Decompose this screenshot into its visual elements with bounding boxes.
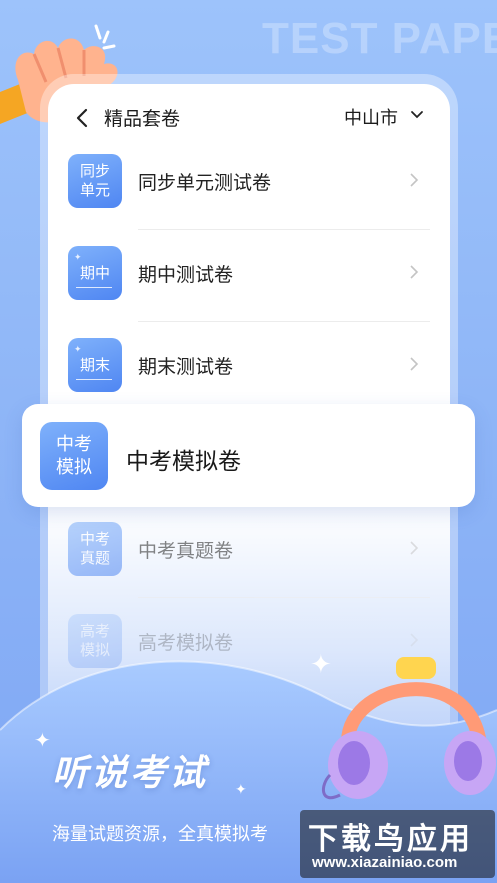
page-title: 精品套卷 <box>104 108 181 130</box>
list-item-label: 中考模拟卷 <box>126 449 241 475</box>
paper-tile-icon: ✦ 期末 <box>68 338 122 392</box>
list-item-label: 期中测试卷 <box>138 264 234 286</box>
list-item[interactable]: ✦ 期中 期中测试卷 <box>48 230 450 322</box>
chevron-right-icon <box>410 357 419 371</box>
list-item[interactable]: 同步 单元 同步单元测试卷 <box>48 138 450 230</box>
list-item[interactable]: ✦ 期末 期末测试卷 <box>48 322 450 414</box>
city-selector[interactable]: 中山市 <box>344 104 398 130</box>
watermark-url: www.xiazainiao.com <box>312 854 458 871</box>
chevron-down-icon[interactable] <box>410 108 424 122</box>
headphones-icon <box>321 657 496 799</box>
nav-bar: 精品套卷 中山市 <box>48 98 450 138</box>
highlighted-list-item[interactable]: 中考 模拟 中考模拟卷 <box>22 404 475 507</box>
promo-subtitle: 海量试题资源，全真模拟考 <box>52 824 268 845</box>
watermark: 下载鸟应用 www.xiazainiao.com <box>300 810 495 878</box>
paper-tile-icon: 同步 单元 <box>68 154 122 208</box>
chevron-right-icon <box>410 541 419 555</box>
promo-title: 听说考试 <box>52 753 209 794</box>
back-arrow-icon[interactable] <box>72 106 92 130</box>
watermark-text: 下载鸟应用 <box>308 822 473 857</box>
list-item-label: 期末测试卷 <box>138 356 234 378</box>
chevron-right-icon <box>410 265 419 279</box>
chevron-right-icon <box>410 173 419 187</box>
background-title: TEST PAPE <box>262 14 497 63</box>
paper-tile-icon: 中考 模拟 <box>40 422 108 490</box>
paper-tile-icon: ✦ 期中 <box>68 246 122 300</box>
sparkle-icon: ✦ <box>34 728 51 752</box>
list-item[interactable]: 中考 真题 中考真题卷 <box>48 506 450 598</box>
sparkle-icon: ✦ <box>235 782 247 798</box>
list-item-label: 中考真题卷 <box>138 540 234 562</box>
list-item-label: 同步单元测试卷 <box>138 172 272 194</box>
paper-tile-icon: 中考 真题 <box>68 522 122 576</box>
